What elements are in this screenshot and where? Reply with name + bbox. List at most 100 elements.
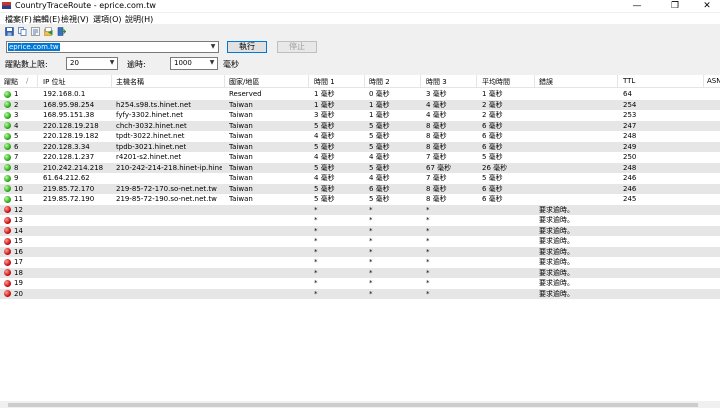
cell-ttl: 245: [623, 195, 637, 203]
status-ok-icon: [4, 153, 11, 161]
max-hops-label: 躍點數上限:: [5, 60, 48, 69]
run-button[interactable]: 執行: [227, 41, 267, 53]
table-row[interactable]: 18 * * * 要求逾時。: [0, 267, 720, 278]
menu-edit[interactable]: 編輯(E): [33, 14, 60, 25]
menu-view[interactable]: 檢視(V): [61, 14, 89, 25]
table-row[interactable]: 20 * * * 要求逾時。: [0, 288, 720, 299]
column-divider[interactable]: [420, 75, 421, 88]
table-row[interactable]: 12 * * * 要求逾時。: [0, 204, 720, 215]
results-table[interactable]: 躍點 ∕ IP 位址 主機名稱 國家/地區 時間 1 時間 2 時間 3 平均時…: [0, 75, 720, 401]
copy-icon[interactable]: [18, 27, 27, 36]
save-icon[interactable]: [5, 27, 14, 36]
cell-t2: 5 毫秒: [369, 121, 390, 130]
cell-t2: *: [369, 289, 373, 298]
cell-t2: 6 毫秒: [369, 184, 390, 193]
col-time2[interactable]: 時間 2: [369, 77, 390, 87]
cell-avg: 2 毫秒: [482, 100, 503, 109]
cell-ip: 61.64.212.62: [43, 174, 90, 182]
chevron-down-icon[interactable]: ▼: [208, 42, 218, 52]
chevron-down-icon[interactable]: ▼: [207, 58, 217, 68]
max-hops-select[interactable]: 20 ▼: [66, 57, 118, 70]
col-host[interactable]: 主機名稱: [116, 77, 144, 87]
cell-err: 要求逾時。: [539, 268, 574, 277]
table-row[interactable]: 6 220.128.3.34 tpdb-3021.hinet.net Taiwan 5 …: [0, 141, 720, 152]
cell-t2: *: [369, 279, 373, 287]
menu-bar: 檔案(F) 編輯(E) 檢視(V) 選項(O) 說明(H): [0, 13, 720, 24]
col-time3[interactable]: 時間 3: [426, 77, 447, 87]
table-row[interactable]: 15 * * * 要求逾時。: [0, 236, 720, 247]
status-timeout-icon: [4, 237, 11, 245]
col-ttl[interactable]: TTL: [623, 77, 635, 85]
table-row[interactable]: 19 * * * 要求逾時。: [0, 278, 720, 289]
cell-t2: *: [369, 205, 373, 214]
cell-t3: *: [426, 216, 430, 224]
properties-icon[interactable]: [31, 27, 40, 36]
horizontal-scrollbar[interactable]: [0, 401, 720, 408]
table-row[interactable]: 7 220.128.1.237 r4201-s2.hinet.net Taiwan 4 …: [0, 152, 720, 163]
table-row[interactable]: 8 210.242.214.218 210-242-214-218.hinet-ip…: [0, 162, 720, 173]
minimize-button[interactable]: —: [622, 0, 652, 12]
table-row[interactable]: 14 * * * 要求逾時。: [0, 225, 720, 236]
col-ip[interactable]: IP 位址: [43, 77, 66, 87]
cell-hop: 11: [14, 195, 23, 203]
column-divider[interactable]: [617, 75, 618, 88]
column-divider[interactable]: [534, 75, 535, 88]
col-asn[interactable]: ASN: [707, 77, 720, 85]
stop-button[interactable]: 停止: [277, 41, 317, 53]
table-row[interactable]: 17 * * * 要求逾時。: [0, 257, 720, 268]
menu-file[interactable]: 檔案(F): [5, 14, 32, 25]
column-divider[interactable]: [364, 75, 365, 88]
table-row[interactable]: 11 219.85.72.190 219-85-72-190.so-net.net.…: [0, 194, 720, 205]
column-divider[interactable]: [111, 75, 112, 88]
target-url-value[interactable]: eprice.com.tw: [8, 43, 60, 51]
cell-ip: 192.168.0.1: [43, 90, 86, 98]
column-divider[interactable]: [224, 75, 225, 88]
maximize-button[interactable]: ❐: [660, 0, 690, 12]
cell-t1: *: [314, 237, 318, 245]
target-url-combobox[interactable]: eprice.com.tw ▼: [6, 41, 219, 53]
column-divider[interactable]: [703, 75, 704, 88]
table-row[interactable]: 3 168.95.151.38 fyfy-3302.hinet.net Taiwan 3…: [0, 110, 720, 121]
chevron-down-icon[interactable]: ▼: [107, 58, 117, 68]
timeout-unit: 毫秒: [223, 60, 239, 69]
cell-hop: 17: [14, 258, 23, 266]
col-country[interactable]: 國家/地區: [229, 77, 259, 87]
cell-ip: 219.85.72.190: [43, 195, 95, 203]
cell-err: 要求逾時。: [539, 247, 574, 256]
export-icon[interactable]: [44, 27, 53, 36]
table-row[interactable]: 1 192.168.0.1 Reserved 1 毫秒 0 毫秒 3 毫秒 1 毫秒 64: [0, 89, 720, 100]
menu-options[interactable]: 選項(O): [93, 14, 122, 25]
table-row[interactable]: 13 * * * 要求逾時。: [0, 215, 720, 226]
column-divider[interactable]: [37, 75, 38, 88]
close-button[interactable]: ✕: [692, 0, 720, 12]
sort-indicator-icon: ∕: [26, 77, 29, 85]
cell-country: Taiwan: [229, 132, 253, 140]
cell-t3: 8 毫秒: [426, 121, 447, 130]
timeout-select[interactable]: 1000 ▼: [170, 57, 218, 70]
cell-t3: 4 毫秒: [426, 111, 447, 119]
table-row[interactable]: 2 168.95.98.254 h254.s98.ts.hinet.net Taiwa…: [0, 99, 720, 110]
cell-hop: 14: [14, 226, 23, 235]
exit-icon[interactable]: [57, 27, 66, 36]
table-row[interactable]: 10 219.85.72.170 219-85-72-170.so-net.net.…: [0, 183, 720, 194]
cell-avg: 6 毫秒: [482, 121, 503, 130]
col-avg[interactable]: 平均時間: [482, 77, 510, 87]
table-row[interactable]: 16 * * * 要求逾時。: [0, 246, 720, 257]
cell-t2: 5 毫秒: [369, 132, 390, 140]
table-row[interactable]: 4 220.128.19.218 chch-3032.hinet.net Taiwan…: [0, 120, 720, 131]
menu-help[interactable]: 說明(H): [125, 14, 153, 25]
col-hop[interactable]: 躍點: [4, 77, 18, 87]
table-row[interactable]: 5 220.128.19.182 tpdt-3022.hinet.net Taiwan…: [0, 131, 720, 142]
cell-t2: 5 毫秒: [369, 195, 390, 203]
table-row[interactable]: 9 61.64.212.62 Taiwan 4 毫秒 4 毫秒 7 毫秒 5 毫秒 246: [0, 173, 720, 184]
cell-hop: 2: [14, 100, 19, 109]
column-divider[interactable]: [308, 75, 309, 88]
column-divider[interactable]: [476, 75, 477, 88]
scrollbar-thumb[interactable]: [8, 403, 698, 407]
col-error[interactable]: 錯誤: [539, 77, 553, 87]
cell-host: 219-85-72-170.so-net.net.tw: [116, 184, 217, 193]
col-time1[interactable]: 時間 1: [314, 77, 335, 87]
cell-t1: 1 毫秒: [314, 90, 335, 98]
cell-t3: 67 毫秒: [426, 163, 452, 172]
table-header: 躍點 ∕ IP 位址 主機名稱 國家/地區 時間 1 時間 2 時間 3 平均時…: [0, 75, 720, 88]
